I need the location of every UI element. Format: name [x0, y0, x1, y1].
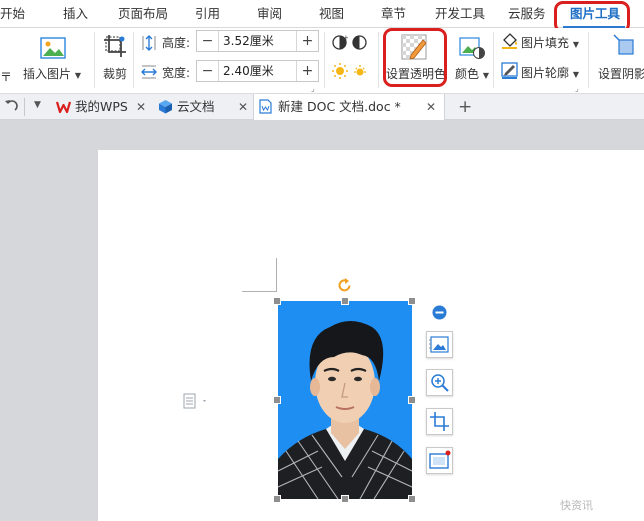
tab-page-layout[interactable]: 页面布局 — [118, 0, 168, 28]
svg-text:+: + — [343, 34, 348, 42]
border-frame-button[interactable] — [426, 447, 453, 474]
picture-fill-button[interactable]: 图片填充 ▼ — [521, 34, 579, 51]
width-label: 宽度: — [162, 66, 191, 80]
ribbon-toolbar: 〒 插入图片 ▼ 裁剪 高度: − 3.52厘米 + 宽度: − 2.40厘米 … — [0, 28, 644, 94]
height-decrease-button[interactable]: − — [197, 31, 219, 51]
layout-wrap-button[interactable] — [426, 331, 453, 358]
portrait-image — [278, 301, 412, 499]
doc-tab-cloud-docs[interactable]: 云文档 ✕ — [158, 94, 254, 120]
cube-icon — [159, 100, 172, 114]
watermark: 快资讯 — [560, 499, 593, 512]
height-label: 高度: — [162, 36, 191, 50]
back-icon[interactable] — [4, 99, 18, 116]
insert-image-icon[interactable] — [40, 36, 66, 63]
rotate-handle-icon[interactable] — [336, 277, 353, 297]
shadow-icon[interactable] — [611, 32, 635, 61]
portrait-photo[interactable] — [278, 301, 412, 499]
close-icon[interactable]: ✕ — [238, 94, 248, 120]
height-increase-button[interactable]: + — [296, 31, 318, 51]
width-stepper[interactable]: − 2.40厘米 + — [196, 60, 319, 82]
crop-icon[interactable] — [103, 34, 127, 61]
wps-logo-icon — [56, 101, 71, 114]
resize-handle-top[interactable] — [341, 297, 349, 305]
ribbon-tab-bar: 开始 插入 页面布局 引用 审阅 视图 章节 开发工具 云服务 图片工具 — [0, 0, 644, 28]
resize-handle-bottom-right[interactable] — [408, 495, 416, 503]
doc-tab-label: 云文档 — [177, 99, 215, 114]
picture-fill-label: 图片填充 — [521, 36, 570, 50]
resize-handle-bottom-left[interactable] — [273, 495, 281, 503]
width-increase-button[interactable]: + — [296, 61, 318, 81]
insert-image-label: 插入图片 — [23, 67, 72, 81]
width-icon — [141, 64, 157, 83]
picture-color-button[interactable]: 颜色 ▼ — [455, 65, 489, 82]
crop-icon — [430, 412, 449, 431]
picture-style-dialog-launcher-icon[interactable]: ⌟ — [575, 84, 579, 93]
picture-outline-label: 图片轮廓 — [521, 66, 570, 80]
doc-tab-new-document[interactable]: 新建 DOC 文档.doc * ✕ — [253, 94, 445, 120]
document-icon — [259, 99, 272, 114]
contrast-increase-icon[interactable]: + — [331, 34, 349, 54]
tab-start[interactable]: 开始 — [0, 0, 25, 28]
pencil-outline-icon — [501, 62, 518, 82]
tab-divider — [24, 98, 25, 116]
image-layout-icon — [429, 336, 449, 353]
size-dialog-launcher-icon[interactable]: ⌟ — [311, 84, 315, 93]
tab-developer[interactable]: 开发工具 — [435, 0, 485, 28]
close-icon[interactable]: ✕ — [426, 94, 436, 120]
tab-references[interactable]: 引用 — [195, 0, 220, 28]
tab-review[interactable]: 审阅 — [257, 0, 282, 28]
width-input[interactable]: 2.40厘米 — [223, 61, 274, 81]
tab-view[interactable]: 视图 — [319, 0, 344, 28]
resize-handle-top-right[interactable] — [408, 297, 416, 305]
frame-icon — [429, 450, 451, 469]
doc-tab-my-wps[interactable]: 我的WPS ✕ — [56, 94, 152, 120]
tab-cloud-service[interactable]: 云服务 — [508, 0, 546, 28]
close-icon[interactable]: ✕ — [136, 94, 146, 120]
side-crop-button[interactable] — [426, 408, 453, 435]
height-input[interactable]: 3.52厘米 — [223, 31, 274, 51]
height-icon — [141, 35, 157, 54]
resize-handle-right[interactable] — [408, 396, 416, 404]
height-stepper[interactable]: − 3.52厘米 + — [196, 30, 319, 52]
picture-outline-button[interactable]: 图片轮廓 ▼ — [521, 64, 579, 81]
doc-tab-label: 我的WPS — [75, 99, 128, 114]
document-tabs-bar: ▼ 我的WPS ✕ 云文档 ✕ 新建 DOC 文档.doc * ✕ + — [0, 94, 644, 120]
cut-off-label: 〒 — [0, 70, 13, 84]
insert-image-button[interactable]: 插入图片 ▼ — [23, 65, 81, 82]
resize-handle-left[interactable] — [273, 396, 281, 404]
set-shadow-button[interactable]: 设置阴影 — [598, 65, 644, 82]
picture-color-icon[interactable] — [459, 36, 485, 63]
tab-list-dropdown-icon[interactable]: ▼ — [34, 100, 41, 110]
collapse-minus-icon[interactable] — [432, 305, 447, 323]
contrast-decrease-icon[interactable] — [351, 34, 368, 54]
picture-color-label: 颜色 — [455, 67, 480, 81]
crop-button[interactable]: 裁剪 — [103, 65, 127, 82]
new-tab-plus-icon[interactable]: + — [458, 94, 472, 120]
zoom-in-icon — [431, 374, 449, 392]
resize-handle-top-left[interactable] — [273, 297, 281, 305]
tab-insert[interactable]: 插入 — [63, 0, 88, 28]
resize-handle-bottom[interactable] — [341, 495, 349, 503]
paragraph-corner-mark — [242, 258, 277, 292]
set-transparent-highlight — [383, 28, 447, 87]
layout-options-icon[interactable] — [183, 393, 209, 412]
brightness-decrease-icon[interactable] — [351, 62, 369, 83]
tab-chapter[interactable]: 章节 — [381, 0, 406, 28]
width-decrease-button[interactable]: − — [197, 61, 219, 81]
doc-tab-label: 新建 DOC 文档.doc * — [278, 99, 401, 114]
brightness-increase-icon[interactable] — [331, 62, 349, 83]
zoom-preview-button[interactable] — [426, 369, 453, 396]
paint-bucket-icon — [501, 32, 518, 52]
